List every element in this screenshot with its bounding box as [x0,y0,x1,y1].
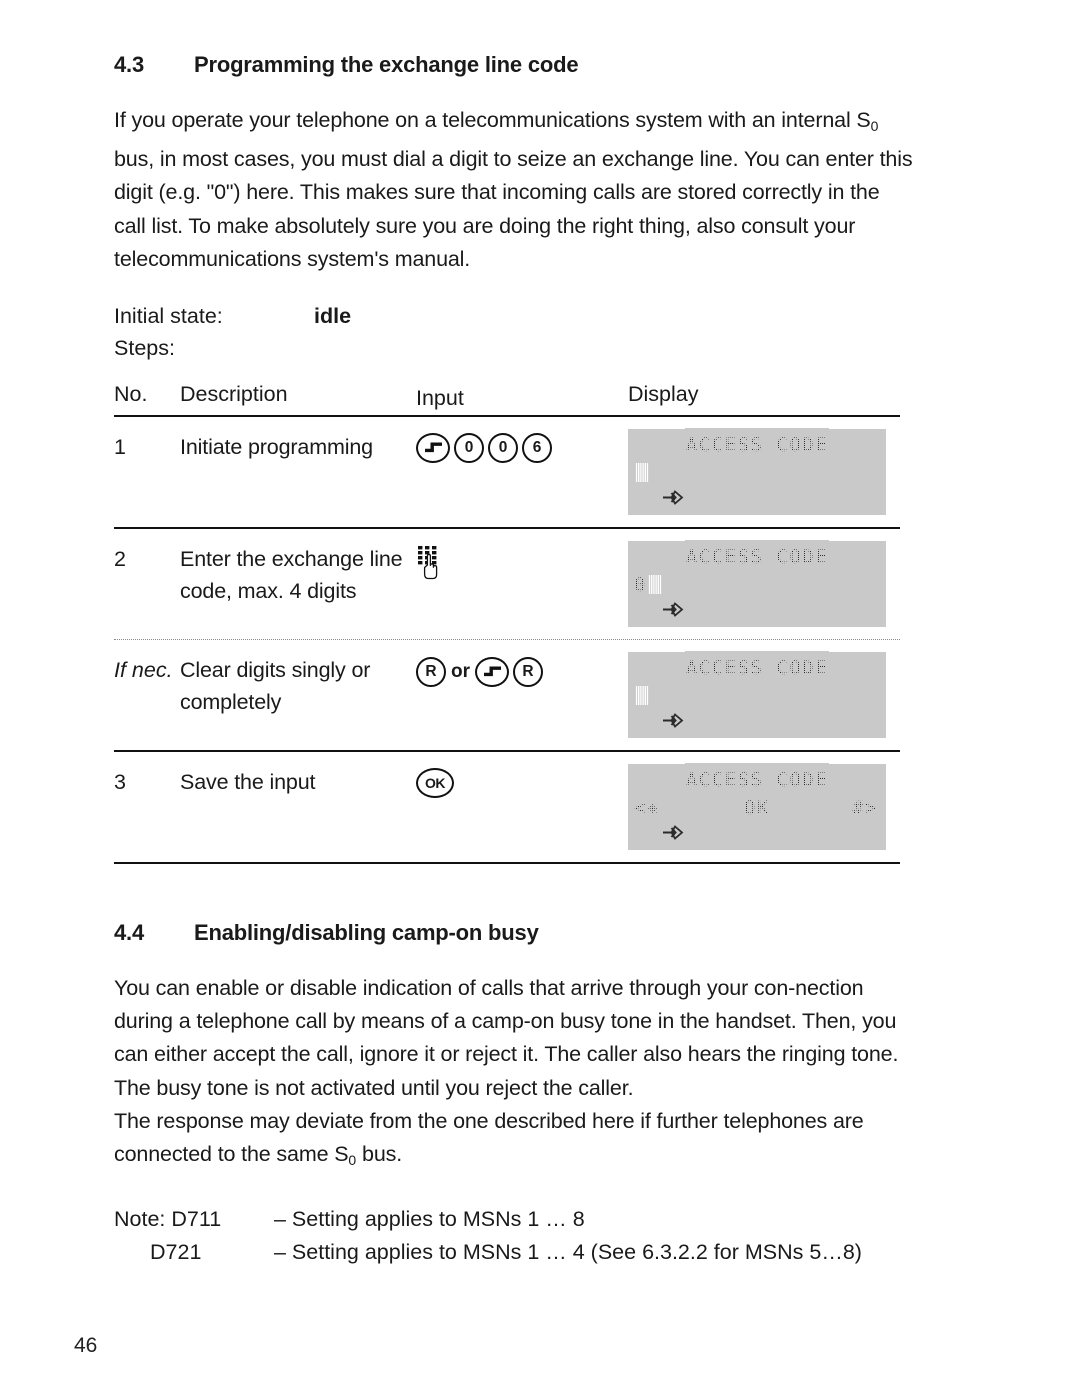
section-title: Programming the exchange line code [194,52,579,77]
lcd-screen: ACCESS CODE 0 [628,539,886,627]
lcd-screen: ACCESS CODE <✳ OK #> [628,762,886,850]
row-display: ACCESS CODE [628,427,900,515]
or-label: or [451,660,470,682]
s0-subscript: 0 [870,117,879,134]
body2-part1: The response may deviate from the one de… [114,1108,864,1166]
keypad-hand-icon[interactable] [416,545,442,585]
lcd-softkey-right: #> [851,790,879,825]
set-key-icon[interactable] [475,656,509,687]
note-line: Note: D711 – Setting applies to MSNs 1 …… [114,1203,914,1236]
lcd-cursor-block [647,575,662,595]
table-row: 1 Initiate programming 0 0 6 ACCESS CODE [114,417,900,527]
lcd-line-1: ACCESS CODE [628,650,886,685]
row-input: 0 0 6 [416,429,628,463]
steps-label: Steps: [114,335,175,360]
section-number: 4.4 [114,919,144,945]
row-input: R or R [416,652,628,688]
row-number: 3 [114,769,126,794]
r-key-icon-second[interactable]: R [513,656,543,687]
lcd-screen: ACCESS CODE [628,650,886,738]
header-display: Display [628,381,699,406]
lcd-line-2 [628,684,886,708]
table-row: 2 Enter the exchange line code, max. 4 d… [114,529,900,639]
header-input: Input [416,385,464,410]
lcd-arrow-icon [663,825,684,840]
page-number: 46 [74,1334,98,1357]
digit-key-0[interactable]: 0 [454,432,484,463]
body2-part2: bus. [356,1141,403,1166]
section-number: 4.3 [114,52,144,77]
lcd-screen: ACCESS CODE [628,427,886,515]
digit-key-6[interactable]: 6 [522,432,552,463]
lcd-cursor-block [635,686,649,706]
section-heading-4-4: 4.4 Enabling/disabling camp-on busy [114,920,914,946]
initial-state-block: Initial state: idle Steps: [114,300,914,364]
lcd-line-2 [628,461,886,485]
lcd-text-access-code: ACCESS CODE [684,427,830,462]
notes-block: Note: D711 – Setting applies to MSNs 1 …… [114,1203,914,1269]
body-text-part2: bus, in most cases, you must dial a digi… [114,147,913,271]
section-4-3-body: If you operate your telephone on a telec… [114,104,914,276]
row-description: Enter the exchange line code, max. 4 dig… [180,546,403,603]
row-description: Save the input [180,769,316,794]
row-description: Clear digits singly or completely [180,657,371,714]
lcd-line-1: ACCESS CODE [628,427,886,462]
row-input [416,541,628,585]
page-content: 4.3 Programming the exchange line code I… [114,52,914,1269]
steps-table: No. Description Input Display 1 Initiate… [114,382,900,864]
row-number: If nec. [114,657,173,682]
lcd-arrow-icon [663,490,684,505]
row-input: OK [416,764,628,798]
lcd-text-access-code: ACCESS CODE [684,539,830,574]
lcd-arrow-icon [663,602,684,617]
header-description: Description [180,381,288,406]
row-display: ACCESS CODE 0 [628,539,900,627]
table-row: If nec. Clear digits singly or completel… [114,640,900,750]
row-number: 2 [114,546,126,571]
note-text: – Setting applies to MSNs 1 … 4 (See 6.3… [274,1240,862,1265]
steps-line: Steps: [114,332,914,364]
row-number: 1 [114,434,126,459]
lcd-entered-digits: 0 [633,567,648,602]
lcd-arrow-icon [663,713,684,728]
lcd-line-1: ACCESS CODE [628,539,886,574]
section-4-4-body-2: The response may deviate from the one de… [114,1105,914,1177]
lcd-line-2: <✳ OK #> [628,790,886,825]
table-row: 3 Save the input OK ACCESS CODE <✳ OK #> [114,752,900,862]
table-rule-bottom [114,861,900,864]
digit-key-0-second[interactable]: 0 [488,432,518,463]
initial-state-label: Initial state: [114,303,223,328]
row-description: Initiate programming [180,434,373,459]
lcd-line-2: 0 [628,567,886,602]
document-page: 4.3 Programming the exchange line code I… [0,0,1080,1397]
note-label: Note: D711 [114,1207,222,1232]
lcd-text-access-code: ACCESS CODE [684,650,830,685]
set-key-icon[interactable] [416,432,450,463]
ok-key-icon[interactable]: OK [416,767,454,798]
initial-state-line: Initial state: idle [114,300,914,332]
lcd-cursor-block [635,463,649,483]
row-display: ACCESS CODE <✳ OK #> [628,762,900,850]
section-heading-4-3: 4.3 Programming the exchange line code [114,52,914,78]
table-header-row: No. Description Input Display [114,382,900,415]
lcd-line-1: ACCESS CODE [628,762,886,797]
note-line: D721 – Setting applies to MSNs 1 … 4 (Se… [114,1236,914,1269]
r-key-icon[interactable]: R [416,656,446,687]
section-title: Enabling/disabling camp-on busy [194,919,539,945]
section-4-4-body-1: You can enable or disable indication of … [114,975,899,1100]
body-text-part1: If you operate your telephone on a telec… [114,108,871,132]
lcd-softkey-center: OK [743,790,771,825]
initial-state-value: idle [314,303,352,328]
row-display: ACCESS CODE [628,650,900,738]
note-label: D721 [150,1240,202,1265]
header-no: No. [114,381,148,406]
note-text: – Setting applies to MSNs 1 … 8 [274,1207,585,1232]
